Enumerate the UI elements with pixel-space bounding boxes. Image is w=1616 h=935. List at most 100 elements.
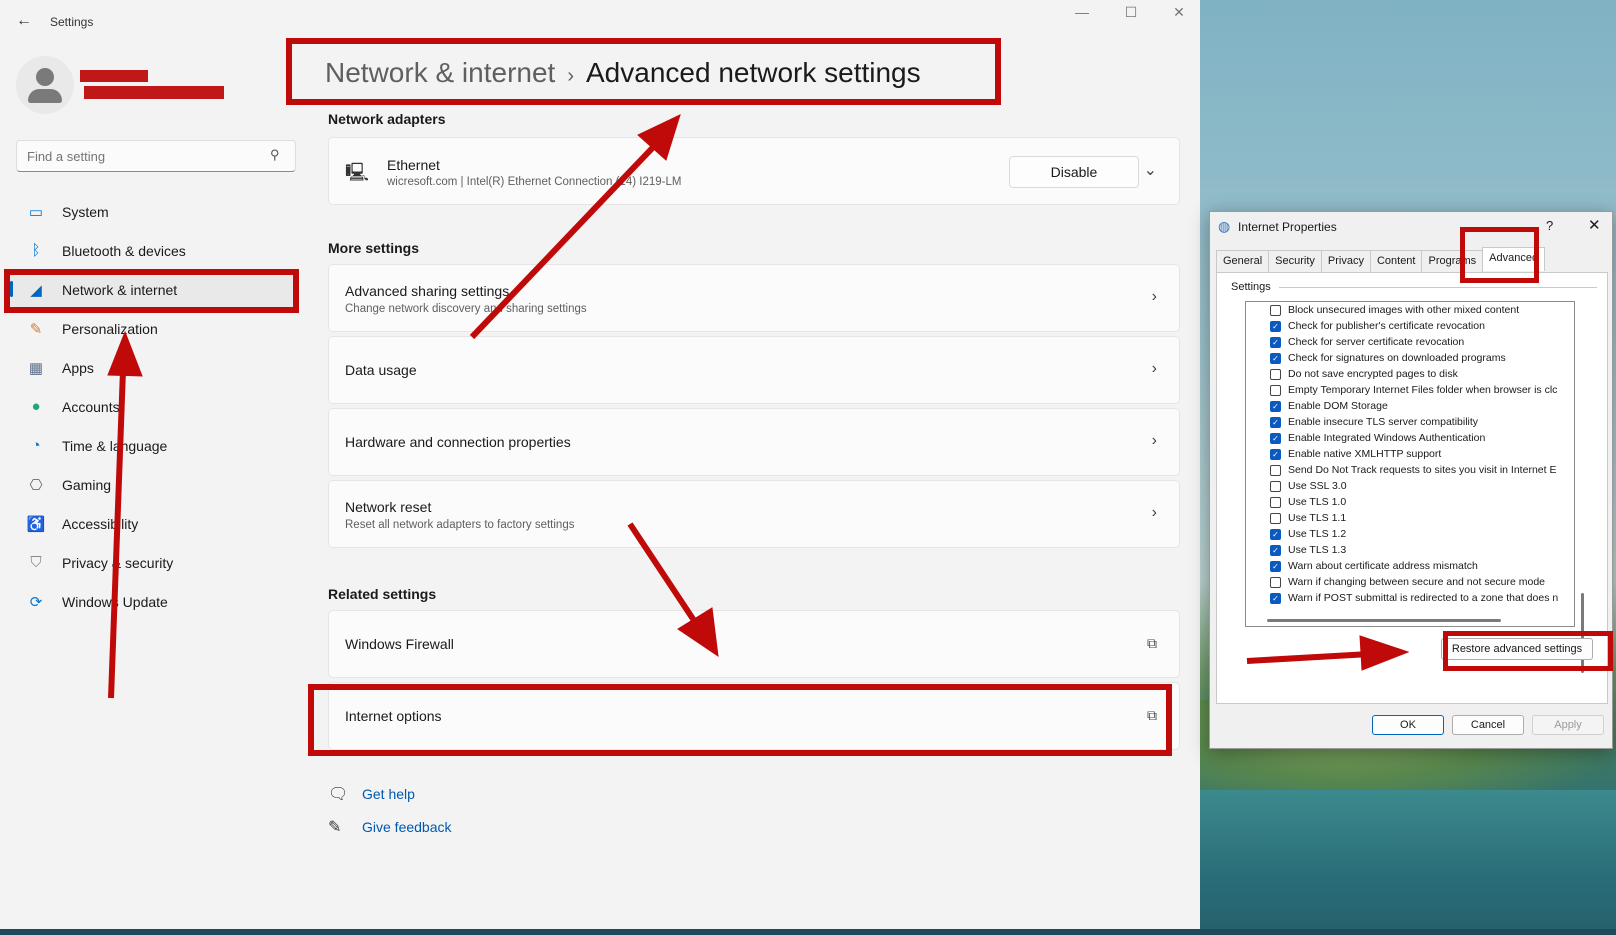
option-row[interactable]: Block unsecured images with other mixed … xyxy=(1246,302,1574,318)
option-label: Send Do Not Track requests to sites you … xyxy=(1288,464,1557,476)
option-row[interactable]: ✓ Use TLS 1.3 xyxy=(1246,542,1574,558)
ok-button[interactable]: OK xyxy=(1372,715,1444,735)
option-checkbox[interactable]: ✓ xyxy=(1270,336,1281,348)
option-row[interactable]: ✓ Check for signatures on downloaded prog… xyxy=(1246,350,1574,366)
close-icon[interactable]: ✕ xyxy=(1159,4,1199,21)
option-checkbox[interactable]: ✓ xyxy=(1270,400,1281,412)
give-feedback-link[interactable]: Give feedback xyxy=(362,819,452,835)
option-checkbox[interactable]: ✓ xyxy=(1270,432,1281,444)
internet-globe-icon: ◍ xyxy=(1218,218,1231,234)
option-row[interactable]: ✓ Enable insecure TLS server compatibilit… xyxy=(1246,414,1574,430)
option-row[interactable]: ✓ Warn about certificate address mismatch xyxy=(1246,558,1574,574)
option-row[interactable]: Empty Temporary Internet Files folder wh… xyxy=(1246,382,1574,398)
option-label: Block unsecured images with other mixed … xyxy=(1288,304,1520,316)
option-checkbox[interactable]: ✓ xyxy=(1270,544,1281,556)
option-checkbox[interactable]: ✓ xyxy=(1270,528,1281,540)
option-checkbox[interactable]: ✓ xyxy=(1270,560,1281,572)
option-row[interactable]: Do not save encrypted pages to disk xyxy=(1246,366,1574,382)
option-checkbox[interactable]: ✓ xyxy=(1270,416,1281,428)
chevron-down-icon[interactable]: ⌄ xyxy=(1144,160,1157,180)
option-label: Use TLS 1.3 xyxy=(1288,544,1347,556)
option-checkbox[interactable] xyxy=(1270,480,1281,492)
horizontal-scrollbar[interactable] xyxy=(1267,619,1501,622)
option-label: Enable Integrated Windows Authentication xyxy=(1288,432,1486,444)
option-checkbox[interactable]: ✓ xyxy=(1270,352,1281,364)
option-row[interactable]: ✓ Check for server certificate revocation xyxy=(1246,334,1574,350)
option-row[interactable]: ✓ Enable native XMLHTTP support xyxy=(1246,446,1574,462)
option-label: Check for signatures on downloaded progr… xyxy=(1288,352,1506,364)
more-settings-card[interactable]: Hardware and connection properties › xyxy=(328,408,1180,476)
advanced-settings-list[interactable]: Block unsecured images with other mixed … xyxy=(1245,301,1575,627)
sidebar-item-gaming[interactable]: ⎔ Gaming xyxy=(8,465,298,504)
tab-content[interactable]: Content xyxy=(1369,250,1423,274)
tab-security[interactable]: Security xyxy=(1268,250,1322,274)
back-arrow-icon[interactable]: ← xyxy=(16,12,32,30)
option-row[interactable]: ✓ Use TLS 1.2 xyxy=(1246,526,1574,542)
option-checkbox[interactable]: ✓ xyxy=(1270,592,1281,604)
option-row[interactable]: Use TLS 1.0 xyxy=(1246,494,1574,510)
brush-icon: ✎ xyxy=(29,320,43,338)
maximize-icon[interactable]: ☐ xyxy=(1111,4,1151,21)
option-row[interactable]: ✓ Check for publisher's certificate revoc… xyxy=(1246,318,1574,334)
ethernet-title: Ethernet xyxy=(387,157,440,173)
more-settings-heading: More settings xyxy=(328,240,420,256)
get-help-link[interactable]: Get help xyxy=(362,786,415,802)
more-settings-card[interactable]: Network reset Reset all network adapters … xyxy=(328,480,1180,548)
chevron-right-icon: › xyxy=(1151,432,1157,449)
option-row[interactable]: Use SSL 3.0 xyxy=(1246,478,1574,494)
option-row[interactable]: ✓ Warn if POST submittal is redirected to… xyxy=(1246,590,1574,606)
option-checkbox[interactable] xyxy=(1270,304,1281,316)
more-settings-card[interactable]: Data usage › xyxy=(328,336,1180,404)
windows-firewall-card[interactable]: Windows Firewall ⧉ xyxy=(328,610,1180,678)
cancel-button[interactable]: Cancel xyxy=(1452,715,1524,735)
sidebar-item-apps[interactable]: ▦ Apps xyxy=(8,348,298,387)
redacted-user-email xyxy=(84,86,224,99)
option-checkbox[interactable]: ✓ xyxy=(1270,320,1281,332)
option-label: Use TLS 1.0 xyxy=(1288,496,1347,508)
option-checkbox[interactable]: ✓ xyxy=(1270,448,1281,460)
option-checkbox[interactable] xyxy=(1270,384,1281,396)
option-checkbox[interactable] xyxy=(1270,464,1281,476)
tab-general[interactable]: General xyxy=(1216,250,1270,274)
avatar[interactable] xyxy=(16,56,74,114)
option-row[interactable]: ✓ Enable DOM Storage xyxy=(1246,398,1574,414)
sidebar-item-personalization[interactable]: ✎ Personalization xyxy=(8,309,298,348)
disable-button[interactable]: Disable xyxy=(1009,156,1139,188)
option-checkbox[interactable] xyxy=(1270,576,1281,588)
dialog-help-button[interactable]: ? xyxy=(1546,218,1553,233)
option-label: Use TLS 1.2 xyxy=(1288,528,1347,540)
option-row[interactable]: Use TLS 1.1 xyxy=(1246,510,1574,526)
option-row[interactable]: ✓ Enable Integrated Windows Authenticatio… xyxy=(1246,430,1574,446)
gamepad-icon: ⎔ xyxy=(29,476,43,494)
sidebar-item-accessibility[interactable]: ♿ Accessibility xyxy=(8,504,298,543)
dialog-close-button[interactable]: ✕ xyxy=(1588,216,1601,234)
annotation-box-network-internet xyxy=(4,269,299,313)
option-checkbox[interactable] xyxy=(1270,368,1281,380)
settings-rule xyxy=(1279,287,1597,288)
search-icon[interactable]: ⚲ xyxy=(270,147,280,163)
sidebar-item-accounts[interactable]: ● Accounts xyxy=(8,387,298,426)
card-title: Windows Firewall xyxy=(345,636,454,652)
option-label: Enable native XMLHTTP support xyxy=(1288,448,1442,460)
option-checkbox[interactable] xyxy=(1270,496,1281,508)
sidebar-item-windows-update[interactable]: ⟳ Windows Update xyxy=(8,582,298,621)
sidebar-item-time-language[interactable]: ◔ Time & language xyxy=(8,426,298,465)
more-settings-card[interactable]: Advanced sharing settings Change network … xyxy=(328,264,1180,332)
option-label: Warn about certificate address mismatch xyxy=(1288,560,1478,572)
option-row[interactable]: Send Do Not Track requests to sites you … xyxy=(1246,462,1574,478)
option-checkbox[interactable] xyxy=(1270,512,1281,524)
search-input[interactable] xyxy=(16,140,296,172)
sidebar-item-bluetooth-devices[interactable]: ᛒ Bluetooth & devices xyxy=(8,231,298,270)
sidebar-item-system[interactable]: ▭ System xyxy=(8,192,298,231)
option-row[interactable]: Warn if changing between secure and not … xyxy=(1246,574,1574,590)
dialog-title: Internet Properties xyxy=(1238,220,1337,234)
minimize-icon[interactable]: — xyxy=(1062,4,1102,20)
sidebar-item-privacy-security[interactable]: ⛉ Privacy & security xyxy=(8,543,298,582)
accounts-icon: ● xyxy=(31,398,41,415)
tab-privacy[interactable]: Privacy xyxy=(1320,250,1371,274)
globe-clock-icon: ◔ xyxy=(31,437,41,454)
card-title: Data usage xyxy=(345,362,417,378)
sidebar-item-label: Gaming xyxy=(62,476,112,493)
ethernet-card[interactable]: 🖳 Ethernet wicresoft.com | Intel(R) Ethe… xyxy=(328,137,1180,205)
settings-group-label: Settings xyxy=(1231,281,1271,293)
